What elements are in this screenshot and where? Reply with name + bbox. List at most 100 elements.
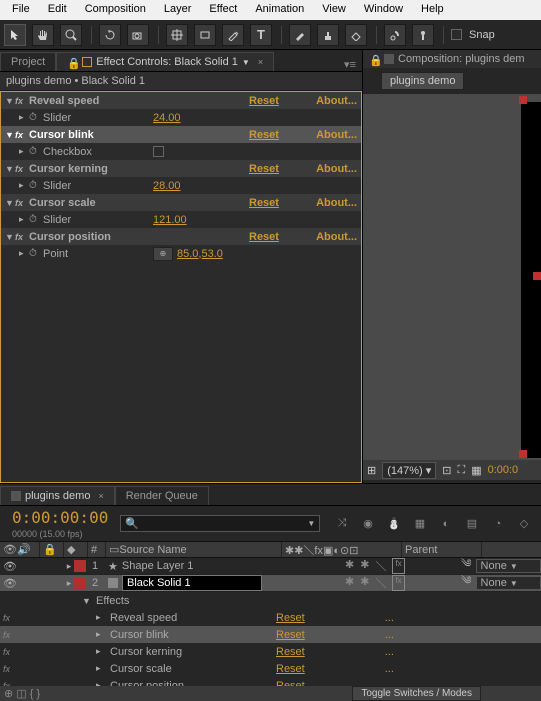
effect-options-link[interactable]: ... <box>385 612 394 624</box>
about-link[interactable]: About... <box>309 197 357 209</box>
effect-header[interactable]: ▼fxCursor blinkResetAbout... <box>1 126 361 143</box>
fx-icon[interactable]: fx <box>15 198 29 208</box>
menu-window[interactable]: Window <box>356 2 411 18</box>
point-picker-icon[interactable]: ⊕ <box>153 247 173 261</box>
twirl-icon[interactable]: ▸ <box>64 561 74 572</box>
stopwatch-icon[interactable]: ⏱ <box>29 180 43 191</box>
region-icon[interactable]: ⛶ <box>457 464 465 477</box>
rotate-tool[interactable] <box>99 24 121 46</box>
stopwatch-icon[interactable]: ⏱ <box>29 146 43 157</box>
menu-layer[interactable]: Layer <box>156 2 200 18</box>
property-value[interactable]: 121.00 <box>153 214 187 226</box>
composition-tab[interactable]: 🔒 Composition: plugins dem <box>363 50 541 68</box>
reset-link[interactable]: Reset <box>276 612 305 624</box>
tab-dropdown-icon[interactable]: ▼ <box>242 58 250 67</box>
twirl-icon[interactable]: ▸ <box>19 248 29 259</box>
brush-tool[interactable] <box>289 24 311 46</box>
stamp-tool[interactable] <box>317 24 339 46</box>
handle-icon[interactable] <box>519 96 527 104</box>
transparency-icon[interactable]: ▦ <box>471 464 481 477</box>
effect-header[interactable]: ▼fxCursor positionResetAbout... <box>1 228 361 245</box>
grid-icon[interactable]: ⊞ <box>367 464 376 477</box>
effect-header[interactable]: ▼fxCursor scaleResetAbout... <box>1 194 361 211</box>
twirl-icon[interactable]: ▼ <box>82 596 92 606</box>
handle-icon[interactable] <box>533 272 541 280</box>
motion-blur-icon[interactable]: ◐ <box>437 515 455 533</box>
effect-property-row[interactable]: ▸⏱Checkbox <box>1 143 361 160</box>
draft3d-icon[interactable]: ◉ <box>359 515 377 533</box>
twirl-icon[interactable]: ▸ <box>96 629 106 640</box>
label-color[interactable] <box>74 560 86 572</box>
layer-row[interactable]: 👁▸1★Shape Layer 1✱✱＼fx༄None ▼ <box>0 558 541 575</box>
auto-keyframe-icon[interactable]: ◇ <box>515 515 533 533</box>
reset-link[interactable]: Reset <box>276 646 305 658</box>
toggle-switches-button[interactable]: Toggle Switches / Modes <box>352 686 481 701</box>
about-link[interactable]: About... <box>309 129 357 141</box>
fx-enable-icon[interactable]: fx <box>0 647 40 657</box>
reset-link[interactable]: Reset <box>276 663 305 675</box>
parent-dropdown[interactable]: None ▼ <box>476 576 541 590</box>
eye-icon[interactable]: 👁 <box>3 560 17 573</box>
layer-name-input[interactable]: Black Solid 1 <box>122 575 262 591</box>
render-queue-tab[interactable]: Render Queue <box>115 486 209 505</box>
zoom-dropdown[interactable]: (147%) ▾ <box>382 462 436 479</box>
graph-editor-icon[interactable]: ▤ <box>463 515 481 533</box>
frame-blend-icon[interactable]: ▦ <box>411 515 429 533</box>
twirl-icon[interactable]: ▼ <box>5 164 15 174</box>
twirl-icon[interactable]: ▸ <box>64 578 74 589</box>
about-link[interactable]: About... <box>309 163 357 175</box>
label-color[interactable] <box>74 577 86 589</box>
shape-tool[interactable] <box>194 24 216 46</box>
effect-property-row[interactable]: ▸⏱Point⊕85.0,53.0 <box>1 245 361 262</box>
effect-options-link[interactable]: ... <box>385 663 394 675</box>
twirl-icon[interactable]: ▸ <box>96 646 106 657</box>
reset-link[interactable]: Reset <box>249 231 309 243</box>
timeline-comp-tab[interactable]: plugins demo × <box>0 486 115 505</box>
hand-tool[interactable] <box>32 24 54 46</box>
reset-link[interactable]: Reset <box>276 629 305 641</box>
text-tool[interactable]: T <box>250 24 272 46</box>
num-column-header[interactable]: # <box>88 542 106 557</box>
puppet-tool[interactable] <box>412 24 434 46</box>
menu-help[interactable]: Help <box>413 2 452 18</box>
stopwatch-icon[interactable]: ⏱ <box>29 214 43 225</box>
effect-property-row[interactable]: ▸⏱Slider121.00 <box>1 211 361 228</box>
twirl-icon[interactable]: ▸ <box>96 663 106 674</box>
close-icon[interactable]: × <box>98 491 103 501</box>
timeline-search-input[interactable]: 🔍▼ <box>120 515 320 532</box>
menu-edit[interactable]: Edit <box>40 2 75 18</box>
fx-icon[interactable]: fx <box>15 130 29 140</box>
layer-row[interactable]: 👁▸2Black Solid 1✱✱＼fx༄None ▼ <box>0 575 541 592</box>
fx-badge-icon[interactable]: fx <box>392 575 404 591</box>
expand-icon[interactable]: ⊕ ◫ { } <box>0 687 44 700</box>
layer-effect-row[interactable]: fx▸Cursor scaleReset... <box>0 660 541 677</box>
pickwhip-icon[interactable]: ༄ <box>461 568 472 599</box>
fx-icon[interactable]: fx <box>15 96 29 106</box>
twirl-icon[interactable]: ▼ <box>5 232 15 242</box>
label-icon[interactable]: ◆ <box>67 543 75 556</box>
eraser-tool[interactable] <box>345 24 367 46</box>
property-value[interactable]: 28.00 <box>153 180 181 192</box>
effect-property-row[interactable]: ▸⏱Slider24.00 <box>1 109 361 126</box>
comp-flowchart-icon[interactable]: ⤨ <box>333 515 351 533</box>
twirl-icon[interactable]: ▸ <box>96 612 106 623</box>
snap-checkbox[interactable]: Snap <box>451 29 495 41</box>
eye-icon[interactable]: 👁 <box>3 577 17 590</box>
twirl-icon[interactable]: ▸ <box>19 180 29 191</box>
resolution-icon[interactable]: ⊡ <box>442 464 451 477</box>
effect-property-row[interactable]: ▸⏱Slider28.00 <box>1 177 361 194</box>
fx-badge-icon[interactable]: fx <box>392 558 404 574</box>
reset-link[interactable]: Reset <box>249 129 309 141</box>
effect-header[interactable]: ▼fxReveal speedResetAbout... <box>1 92 361 109</box>
twirl-icon[interactable]: ▸ <box>19 214 29 225</box>
layer-effect-row[interactable]: fx▸Cursor kerningReset... <box>0 643 541 660</box>
menu-animation[interactable]: Animation <box>247 2 312 18</box>
fx-icon[interactable]: fx <box>15 164 29 174</box>
property-value[interactable]: 85.0,53.0 <box>177 248 223 260</box>
twirl-icon[interactable]: ▸ <box>19 146 29 157</box>
checkbox-input[interactable] <box>153 146 164 157</box>
fx-enable-icon[interactable]: fx <box>0 613 40 623</box>
layer-switches[interactable]: ✱✱＼fx <box>341 575 461 591</box>
chevron-down-icon[interactable]: ▼ <box>307 519 315 528</box>
fx-icon[interactable]: fx <box>15 232 29 242</box>
